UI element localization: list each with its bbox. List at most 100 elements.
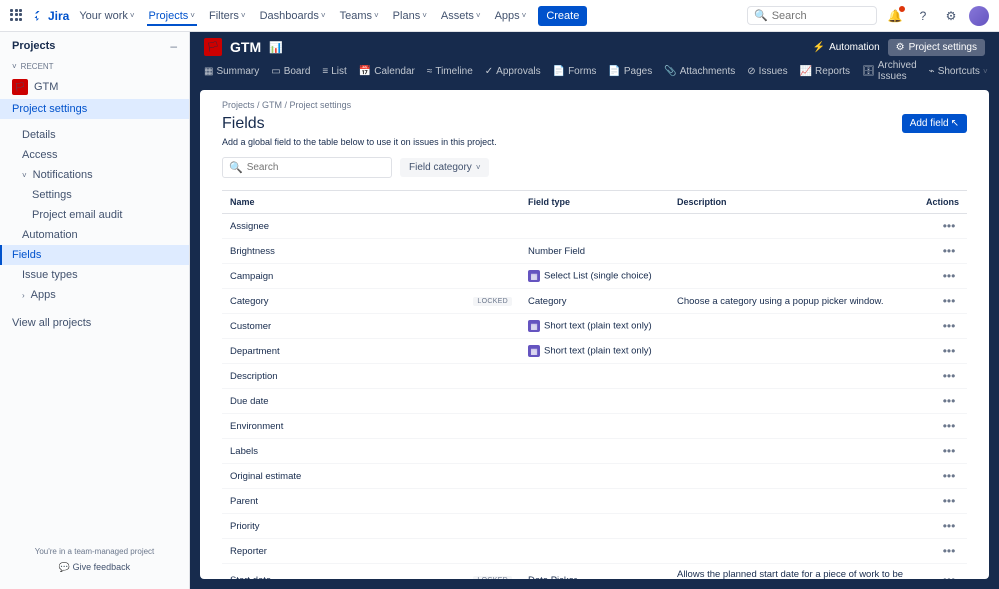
jira-logo[interactable]: Jira (32, 9, 69, 23)
table-row: Campaign ▦Select List (single choice) ••• (222, 264, 967, 289)
tab-shortcuts[interactable]: ⌁Shortcuts ˅ (929, 66, 988, 77)
user-avatar[interactable] (969, 6, 989, 26)
logo-text: Jira (48, 9, 69, 23)
page-subtext: Add a global field to the table below to… (222, 137, 967, 147)
sidebar-notifications[interactable]: ˅Notifications (0, 165, 189, 185)
nav-projects[interactable]: Projects ˅ (147, 6, 197, 26)
col-type: Field type (520, 191, 669, 214)
app-switcher-icon[interactable] (10, 9, 24, 23)
field-desc (669, 239, 915, 264)
more-actions-button[interactable]: ••• (939, 573, 959, 579)
sidebar-automation[interactable]: Automation (0, 225, 189, 245)
more-actions-button[interactable]: ••• (939, 444, 959, 458)
field-desc (669, 214, 915, 239)
sidebar-details[interactable]: Details (0, 125, 189, 145)
table-row: Start datelockedDate PickerAllows the pl… (222, 564, 967, 580)
field-name: Parent (230, 496, 258, 507)
nav-your-work[interactable]: Your work ˅ (77, 6, 136, 26)
sidebar-access[interactable]: Access (0, 145, 189, 165)
nav-assets[interactable]: Assets ˅ (439, 6, 483, 26)
tab-reports[interactable]: 📈Reports (800, 66, 850, 77)
global-search[interactable]: 🔍 (747, 6, 877, 25)
field-type (520, 414, 669, 439)
sidebar-title: Projects (12, 40, 55, 52)
sidebar-fields[interactable]: Fields (0, 245, 189, 265)
sidebar-project-email-audit[interactable]: Project email audit (0, 205, 189, 225)
field-desc: Allows the planned start date for a piec… (669, 564, 915, 580)
more-actions-button[interactable]: ••• (939, 469, 959, 483)
view-all-projects[interactable]: View all projects (0, 313, 189, 333)
field-type: ▦Select List (single choice) (520, 264, 669, 289)
sidebar-project-settings[interactable]: Project settings (0, 99, 189, 119)
field-category-filter[interactable]: Field category˅ (400, 158, 489, 177)
more-actions-button[interactable]: ••• (939, 494, 959, 508)
project-header: 🏳 GTM 📊 ⚡Automation ⚙Project settings (190, 32, 999, 56)
global-search-input[interactable] (772, 10, 870, 22)
tab-list[interactable]: ≡List (322, 66, 346, 77)
crumb-projects[interactable]: Projects (222, 100, 255, 110)
more-actions-button[interactable]: ••• (939, 519, 959, 533)
more-actions-button[interactable]: ••• (939, 294, 959, 308)
project-tabs: ▦Summary ▭Board ≡List 📅Calendar ≈Timeline ✓Ap… (190, 56, 999, 90)
nav-apps[interactable]: Apps ˅ (493, 6, 529, 26)
sidebar-notif-settings[interactable]: Settings (0, 185, 189, 205)
breadcrumb: Projects / GTM / Project settings (222, 100, 967, 110)
app-icon: ▦ (528, 320, 540, 332)
field-type: Number Field (520, 239, 669, 264)
tab-issues[interactable]: ⊘Issues (747, 66, 787, 77)
more-actions-button[interactable]: ••• (939, 369, 959, 383)
more-actions-button[interactable]: ••• (939, 394, 959, 408)
tab-calendar[interactable]: 📅Calendar (359, 66, 415, 77)
automation-button[interactable]: ⚡Automation (813, 42, 880, 53)
recent-label[interactable]: ˅Recent (0, 58, 189, 75)
tab-pages[interactable]: 📄Pages (608, 66, 652, 77)
tab-attachments[interactable]: 📎Attachments (664, 66, 735, 77)
crumb-gtm[interactable]: GTM (262, 100, 282, 110)
give-feedback[interactable]: 💬 Give feedback (8, 562, 181, 573)
field-name: Reporter (230, 546, 267, 557)
more-actions-button[interactable]: ••• (939, 269, 959, 283)
chevron-down-icon: ˅ (476, 163, 481, 172)
tab-approvals[interactable]: ✓Approvals (485, 66, 541, 77)
more-actions-button[interactable]: ••• (939, 319, 959, 333)
settings-icon[interactable]: ⚙ (941, 6, 961, 26)
field-desc (669, 389, 915, 414)
sidebar-apps[interactable]: ›Apps (0, 285, 189, 305)
tab-archived-issues[interactable]: 🗄Archived Issues (862, 60, 917, 82)
nav-plans[interactable]: Plans ˅ (391, 6, 429, 26)
field-search[interactable]: 🔍 (222, 157, 392, 178)
more-actions-button[interactable]: ••• (939, 419, 959, 433)
help-icon[interactable]: ? (913, 6, 933, 26)
field-desc (669, 439, 915, 464)
nav-dashboards[interactable]: Dashboards ˅ (258, 6, 328, 26)
sidebar-project-gtm[interactable]: 🏳 GTM (0, 75, 189, 99)
field-desc (669, 464, 915, 489)
field-name: Customer (230, 321, 271, 332)
field-name: Campaign (230, 271, 273, 282)
tab-forms[interactable]: 📄Forms (553, 66, 597, 77)
bolt-icon: ⚡ (813, 42, 825, 53)
more-actions-button[interactable]: ••• (939, 244, 959, 258)
tab-board[interactable]: ▭Board (271, 66, 310, 77)
team-managed-note: You're in a team-managed project (8, 547, 181, 556)
add-field-button[interactable]: Add field↖ (902, 114, 967, 133)
tab-timeline[interactable]: ≈Timeline (427, 66, 473, 77)
table-row: Due date••• (222, 389, 967, 414)
field-desc (669, 489, 915, 514)
tab-summary[interactable]: ▦Summary (204, 66, 259, 77)
notifications-icon[interactable]: 🔔 (885, 6, 905, 26)
field-search-input[interactable] (247, 162, 385, 173)
collapse-sidebar-icon[interactable]: – (170, 40, 177, 52)
more-actions-button[interactable]: ••• (939, 219, 959, 233)
more-actions-button[interactable]: ••• (939, 344, 959, 358)
table-row: Customer▦Short text (plain text only)••• (222, 314, 967, 339)
create-button[interactable]: Create (538, 6, 587, 26)
project-settings-button[interactable]: ⚙Project settings (888, 39, 985, 56)
table-row: CategorylockedCategoryChoose a category … (222, 289, 967, 314)
field-desc (669, 414, 915, 439)
activity-icon[interactable]: 📊 (269, 41, 283, 54)
sidebar-issue-types[interactable]: Issue types (0, 265, 189, 285)
nav-teams[interactable]: Teams ˅ (338, 6, 381, 26)
more-actions-button[interactable]: ••• (939, 544, 959, 558)
nav-filters[interactable]: Filters ˅ (207, 6, 248, 26)
